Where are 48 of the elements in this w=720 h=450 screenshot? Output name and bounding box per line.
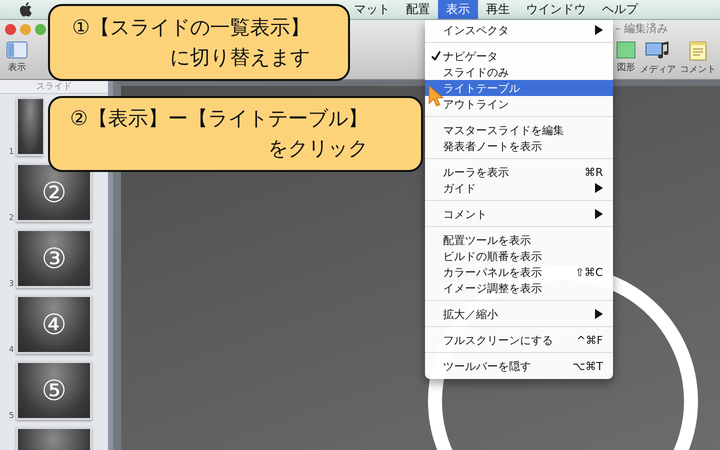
toolbar-button[interactable]: 図形: [614, 41, 638, 79]
callout-text: ①【スライドの一覧表示】 に切り替えます: [72, 14, 310, 71]
menu-item[interactable]: フルスクリーンにする ^⌘F: [425, 332, 613, 348]
menu-bar-item[interactable]: 再生: [478, 0, 518, 19]
menu-item[interactable]: スライドのみ: [425, 64, 613, 80]
media-icon: [645, 41, 671, 61]
close-button[interactable]: [5, 24, 16, 35]
pointer-cursor-icon: [428, 84, 444, 108]
menu-item[interactable]: マスタースライドを編集: [425, 122, 613, 138]
window-icon: [6, 41, 28, 59]
menu-bar-item[interactable]: 表示: [438, 0, 478, 19]
menu-item[interactable]: ガイド: [425, 180, 613, 196]
menu-item[interactable]: 発表者ノートを表示: [425, 138, 613, 154]
window-title: – 編集済み: [615, 21, 668, 36]
menu-item[interactable]: 拡大／縮小: [425, 306, 613, 322]
view-button[interactable]: 表示: [4, 41, 30, 79]
menu-item[interactable]: ナビゲータ: [425, 48, 613, 64]
slide-thumbnail[interactable]: ④: [16, 295, 92, 354]
slide-number: 3: [8, 279, 14, 288]
slide-thumbnail[interactable]: [16, 97, 43, 156]
slide-number: 1: [8, 147, 14, 156]
toolbar-button[interactable]: コメント: [678, 41, 718, 79]
slide-number: 5: [8, 411, 14, 420]
menu-item[interactable]: ビルドの順番を表示: [425, 248, 613, 264]
menu-item[interactable]: ツールバーを隠す ⌥⌘T: [425, 358, 613, 374]
menu-item[interactable]: ライトテーブル: [425, 80, 613, 96]
note-icon: [689, 41, 707, 61]
square-icon: [616, 41, 636, 59]
menu-item[interactable]: コメント: [425, 206, 613, 222]
slide-thumbnail[interactable]: ③: [16, 229, 92, 288]
sidebar-header: スライド: [36, 81, 72, 93]
slide-thumbnail[interactable]: ⑤: [16, 361, 92, 420]
menu-bar-item[interactable]: マット: [346, 0, 398, 19]
menu-item[interactable]: 配置ツールを表示: [425, 232, 613, 248]
apple-logo-icon[interactable]: [19, 2, 32, 17]
slide-number: 4: [8, 345, 14, 354]
menu-bar-item[interactable]: 配置: [398, 0, 438, 19]
toolbar-button[interactable]: メディア: [638, 41, 678, 79]
callout-text: ②【表示】ー【ライトテーブル】 をクリック: [70, 105, 368, 162]
menu-item[interactable]: ルーラを表示 ⌘R: [425, 164, 613, 180]
menu-bar-item[interactable]: ウインドウ: [518, 0, 594, 19]
slide-number: 2: [8, 213, 14, 222]
menu-item[interactable]: カラーパネルを表示 ⇧⌘C: [425, 264, 613, 280]
menu-item[interactable]: イメージ調整を表示: [425, 280, 613, 296]
menu-bar-item[interactable]: ヘルプ: [594, 0, 646, 19]
slide-thumbnail[interactable]: ②: [16, 163, 92, 222]
menu-item[interactable]: インスペクタ: [425, 22, 613, 38]
menu-item[interactable]: アウトライン: [425, 96, 613, 112]
